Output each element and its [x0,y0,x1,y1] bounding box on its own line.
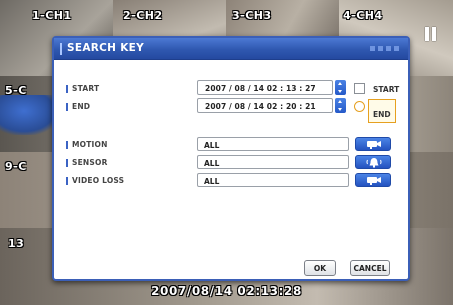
video-loss-camera-button[interactable] [355,173,391,187]
channel-label-3: 3-CH3 [232,9,272,22]
motion-select[interactable]: ALL [197,137,349,151]
camera-icon [367,141,381,149]
end-spinner[interactable] [335,98,346,113]
header-decoration [370,46,399,51]
end-label: END [65,102,91,111]
video-loss-select[interactable]: ALL [197,173,349,187]
sensor-label: SENSOR [66,158,108,167]
end-radio[interactable] [354,101,365,112]
camera-icon [367,177,381,185]
dvr-screen: 1-CH1 2-CH2 3-CH3 4-CH4 5-C 9-C 13 2007/… [0,0,453,305]
search-key-dialog: SEARCH KEY START 2007 / 08 / 14 02 : 13 … [52,36,410,281]
osd-timestamp: 2007/08/14 02:13:28 [151,284,302,298]
channel-label-4: 4-CH4 [343,9,383,22]
channel-label-9: 9-C [5,160,27,173]
dialog-header: SEARCH KEY [54,38,408,60]
end-option-box[interactable]: END [368,99,396,123]
start-spinner[interactable] [335,80,346,95]
channel-label-2: 2-CH2 [123,9,163,22]
video-loss-label: VIDEO LOSS [65,176,125,185]
pause-icon [424,27,437,41]
camera-feed-object [0,95,60,135]
ok-button[interactable]: OK [304,260,336,276]
sensor-select[interactable]: ALL [197,155,349,169]
cancel-button[interactable]: CANCEL [350,260,390,276]
end-option-label: END [373,110,391,119]
start-option-label: START [373,85,400,94]
end-datetime-field[interactable]: 2007 / 08 / 14 02 : 20 : 21 [197,98,333,113]
channel-label-5: 5-C [5,84,27,97]
sensor-alarm-button[interactable] [355,155,391,169]
motion-label: MOTION [66,140,108,149]
dialog-title: SEARCH KEY [67,42,145,54]
start-label: START [65,84,100,93]
motion-camera-button[interactable] [355,137,391,151]
channel-label-1: 1-CH1 [32,9,72,22]
alarm-bell-icon [366,158,382,168]
start-datetime-field[interactable]: 2007 / 08 / 14 02 : 13 : 27 [197,80,333,95]
start-checkbox[interactable] [354,83,365,94]
channel-label-13: 13 [8,237,25,250]
